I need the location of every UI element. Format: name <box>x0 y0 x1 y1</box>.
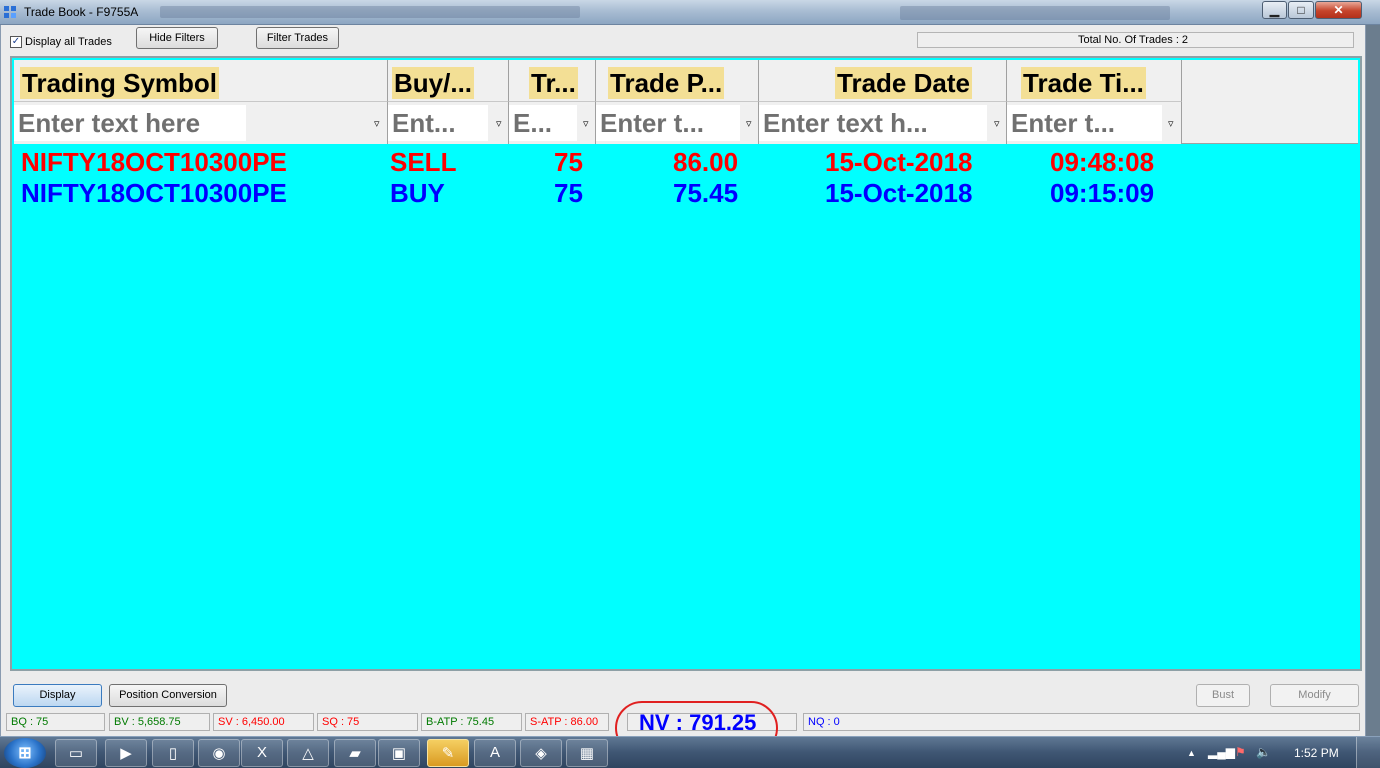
action-center-flag-icon[interactable]: ⚑ <box>1235 745 1246 759</box>
calculator-icon[interactable]: ▦ <box>566 739 608 767</box>
trading-app-icon[interactable]: ✎ <box>427 739 469 767</box>
cell-trade-price: 75.45 <box>673 178 739 208</box>
display-all-checkbox[interactable]: ✓ <box>10 36 22 48</box>
app-triangle-icon[interactable]: △ <box>287 739 329 767</box>
filter-input[interactable]: Enter text h... <box>759 105 987 141</box>
chrome-icon[interactable]: ◉ <box>198 739 240 767</box>
grid-header: Trading Symbol Buy/... Tr... Trade P... … <box>14 60 1358 144</box>
close-icon: ✕ <box>1333 3 1344 17</box>
filter-funnel-icon[interactable]: ▿ <box>583 118 593 130</box>
trade-row[interactable]: NIFTY18OCT10300PE BUY 75 75.45 15-Oct-20… <box>14 178 1214 209</box>
filter-input[interactable]: Ent... <box>388 105 488 141</box>
status-net-qty: NQ : 0 <box>803 713 1360 731</box>
pdf-reader-icon[interactable]: A <box>474 739 516 767</box>
column-header-trade-qty[interactable]: Tr... <box>509 60 596 102</box>
column-header-label: Tr... <box>529 67 578 99</box>
cell-trading-symbol: NIFTY18OCT10300PE <box>21 178 287 208</box>
total-trades-label: Total No. Of Trades : 2 <box>1078 34 1189 46</box>
column-header-trade-time[interactable]: Trade Ti... <box>1007 60 1182 102</box>
document-icon[interactable]: ▯ <box>152 739 194 767</box>
filter-input[interactable]: Enter text here <box>14 105 246 141</box>
bust-button[interactable]: Bust <box>1196 684 1250 707</box>
modify-button[interactable]: Modify <box>1270 684 1359 707</box>
filter-input[interactable]: Enter t... <box>1007 105 1162 141</box>
status-sell-qty: SQ : 75 <box>317 713 418 731</box>
filter-input[interactable]: Enter t... <box>596 105 740 141</box>
status-buy-value: BV : 5,658.75 <box>109 713 210 731</box>
cell-trading-symbol: NIFTY18OCT10300PE <box>21 147 287 177</box>
minimize-icon: ▁ <box>1269 3 1280 17</box>
show-desktop-button[interactable] <box>1356 737 1380 768</box>
status-buy-qty: BQ : 75 <box>6 713 105 731</box>
filter-cell-trading-symbol: Enter text here ▿ <box>14 102 388 144</box>
close-button[interactable]: ✕ <box>1315 1 1362 19</box>
trade-row[interactable]: NIFTY18OCT10300PE SELL 75 86.00 15-Oct-2… <box>14 147 1214 178</box>
filter-funnel-icon[interactable]: ▿ <box>994 118 1004 130</box>
filter-trades-button[interactable]: Filter Trades <box>256 27 339 49</box>
column-header-trade-date[interactable]: Trade Date <box>759 60 1007 102</box>
filter-cell-trade-time: Enter t... ▿ <box>1007 102 1182 144</box>
status-sell-value: SV : 6,450.00 <box>213 713 314 731</box>
chart-app-icon[interactable]: ◈ <box>520 739 562 767</box>
network-icon[interactable]: ▰ <box>334 739 376 767</box>
column-header-buy-sell[interactable]: Buy/... <box>388 60 509 102</box>
filter-funnel-icon[interactable]: ▿ <box>746 118 756 130</box>
excel-icon[interactable]: X <box>241 739 283 767</box>
media-player-icon[interactable]: ▶ <box>105 739 147 767</box>
tray-expand-icon[interactable]: ▲ <box>1187 748 1196 758</box>
cell-trade-date: 15-Oct-2018 <box>825 178 973 208</box>
filter-cell-trade-qty: E... ▿ <box>509 102 596 144</box>
filter-funnel-icon[interactable]: ▿ <box>496 118 506 130</box>
total-trades-box: Total No. Of Trades : 2 <box>917 32 1354 48</box>
filter-cell-buy-sell: Ent... ▿ <box>388 102 509 144</box>
cell-trade-qty: 75 <box>554 147 583 177</box>
toolbar: ✓ Display all Trades Hide Filters Filter… <box>1 25 1367 55</box>
clock[interactable]: 1:52 PM <box>1294 746 1339 760</box>
column-header-label: Trade P... <box>608 67 725 99</box>
trades-grid: Trading Symbol Buy/... Tr... Trade P... … <box>10 56 1362 671</box>
cell-trade-time: 09:48:08 <box>1050 147 1155 177</box>
column-header-trade-price[interactable]: Trade P... <box>596 60 759 102</box>
cell-trade-price: 86.00 <box>673 147 739 177</box>
status-sell-atp: S-ATP : 86.00 <box>525 713 609 731</box>
cell-buy-sell: BUY <box>390 178 445 208</box>
column-header-label: Trade Date <box>835 67 972 99</box>
column-header-label: Buy/... <box>392 67 475 99</box>
title-bar: Trade Book - F9755A ▁ □ ✕ <box>0 0 1380 25</box>
signal-icon[interactable]: ▂▄▆ <box>1208 745 1235 759</box>
volume-icon[interactable]: 🔈 <box>1256 745 1271 759</box>
filter-cell-trade-price: Enter t... ▿ <box>596 102 759 144</box>
cell-trade-time: 09:15:09 <box>1050 178 1155 208</box>
column-header-label: Trade Ti... <box>1021 67 1146 99</box>
column-header-label: Trading Symbol <box>20 67 220 99</box>
position-conversion-button[interactable]: Position Conversion <box>109 684 227 707</box>
hide-filters-button[interactable]: Hide Filters <box>136 27 218 49</box>
minimize-button[interactable]: ▁ <box>1262 1 1287 19</box>
filter-cell-trade-date: Enter text h... ▿ <box>759 102 1007 144</box>
display-button[interactable]: Display <box>13 684 102 707</box>
status-buy-atp: B-ATP : 75.45 <box>421 713 522 731</box>
window-title: Trade Book - F9755A <box>24 5 139 19</box>
background-window-title <box>900 6 1170 20</box>
trade-book-window: ✓ Display all Trades Hide Filters Filter… <box>0 25 1367 755</box>
column-header-trading-symbol[interactable]: Trading Symbol <box>14 60 388 102</box>
background-window-title <box>160 6 580 18</box>
windows-start-icon[interactable]: ⊞ <box>4 738 46 768</box>
cell-buy-sell: SELL <box>390 147 457 177</box>
filter-funnel-icon[interactable]: ▿ <box>1168 118 1178 130</box>
cell-trade-date: 15-Oct-2018 <box>825 147 973 177</box>
filter-funnel-icon[interactable]: ▿ <box>374 118 384 130</box>
cell-trade-qty: 75 <box>554 178 583 208</box>
window-icon[interactable]: ▣ <box>378 739 420 767</box>
filter-input[interactable]: E... <box>509 105 577 141</box>
maximize-icon: □ <box>1297 3 1305 17</box>
maximize-button[interactable]: □ <box>1288 1 1314 19</box>
app-icon <box>4 6 16 18</box>
file-explorer-icon[interactable]: ▭ <box>55 739 97 767</box>
display-all-label[interactable]: Display all Trades <box>25 36 112 48</box>
taskbar: ⊞ ▭ ▶ ▯ ◉ X △ ▰ ▣ ✎ A ◈ ▦ ▲ ▂▄▆ ⚑ 🔈 1:52… <box>0 736 1380 768</box>
